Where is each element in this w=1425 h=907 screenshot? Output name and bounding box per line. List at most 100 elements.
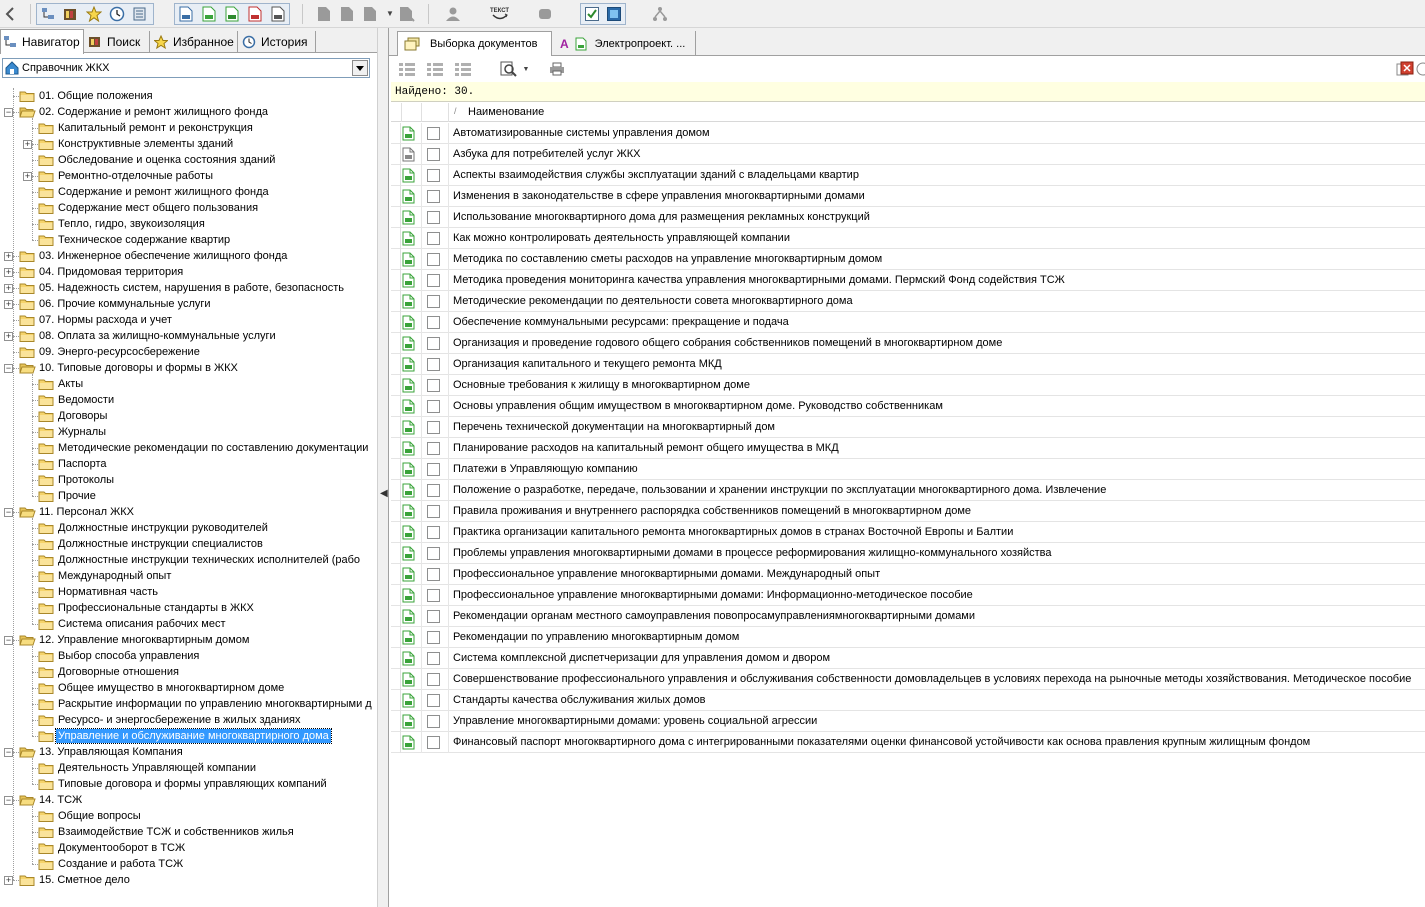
document-row[interactable]: Рекомендации органам местного самоуправл… (391, 606, 1425, 627)
panel-splitter[interactable]: ◀ (377, 28, 389, 907)
tree-item[interactable]: Акты (0, 376, 372, 392)
document-row[interactable]: Перечень технической документации на мно… (391, 417, 1425, 438)
tree-item[interactable]: Общее имущество в многоквартирном доме (0, 680, 372, 696)
tree-icon[interactable] (650, 4, 670, 24)
document-row[interactable]: Азбука для потребителей услуг ЖКХ (391, 144, 1425, 165)
tree-item[interactable]: Документооборот в ТСЖ (0, 840, 372, 856)
document-row[interactable]: Использование многоквартирного дома для … (391, 207, 1425, 228)
document-row[interactable]: Управление многоквартирными домами: уров… (391, 711, 1425, 732)
deselect-all-icon[interactable] (453, 60, 473, 78)
row-checkbox[interactable] (427, 316, 440, 329)
row-checkbox[interactable] (427, 442, 440, 455)
tree-item[interactable]: Система описания рабочих мест (0, 616, 372, 632)
row-checkbox[interactable] (427, 484, 440, 497)
tree-item[interactable]: Ведомости (0, 392, 372, 408)
expand-icon[interactable]: + (4, 252, 13, 261)
document-row[interactable]: Организация и проведение годового общего… (391, 333, 1425, 354)
extra-toolbar-icon[interactable] (1415, 60, 1425, 78)
row-checkbox[interactable] (427, 211, 440, 224)
tree-item[interactable]: +06. Прочие коммунальные услуги (0, 296, 372, 312)
row-checkbox[interactable] (427, 148, 440, 161)
tree-item[interactable]: − 10. Типовые договоры и формы в ЖКХ (0, 360, 372, 376)
list-view-icon[interactable] (397, 60, 417, 78)
row-checkbox[interactable] (427, 673, 440, 686)
tree-item[interactable]: Методические рекомендации по составлению… (0, 440, 372, 456)
document-row[interactable]: Организация капитального и текущего ремо… (391, 354, 1425, 375)
document-row[interactable]: Методика по составлению сметы расходов н… (391, 249, 1425, 270)
navigator-icon[interactable] (38, 4, 58, 24)
tree-item[interactable]: + Конструктивные элементы зданий (0, 136, 372, 152)
tree-item[interactable]: Нормативная часть (0, 584, 372, 600)
tree-item[interactable]: − 11. Персонал ЖКХ (0, 504, 372, 520)
tree-item[interactable]: Создание и работа ТСЖ (0, 856, 372, 872)
expand-icon[interactable]: + (4, 284, 13, 293)
tab-favorites[interactable]: Избранное (152, 31, 238, 53)
tree-item[interactable]: Деятельность Управляющей компании (0, 760, 372, 776)
doc-green-icon[interactable] (199, 4, 219, 24)
row-checkbox[interactable] (427, 379, 440, 392)
tree-item[interactable]: Управление и обслуживание многоквартирно… (0, 728, 372, 744)
user-icon[interactable] (443, 4, 463, 24)
doc-red-icon[interactable] (245, 4, 265, 24)
document-row[interactable]: Изменения в законодательстве в сфере упр… (391, 186, 1425, 207)
doc-blue-icon[interactable] (176, 4, 196, 24)
tab-document-selection[interactable]: Выборка документов (397, 31, 552, 56)
tree-item[interactable]: +04. Придомовая территория (0, 264, 372, 280)
text-icon[interactable]: ТЕКСТ (489, 4, 511, 24)
tree-item[interactable]: Обследование и оценка состояния зданий (0, 152, 372, 168)
document-row[interactable]: Практика организации капитального ремонт… (391, 522, 1425, 543)
tree-item[interactable]: Протоколы (0, 472, 372, 488)
page4-icon[interactable] (397, 4, 417, 24)
check-icon[interactable] (582, 4, 602, 24)
document-row[interactable]: Профессиональное управление многоквартир… (391, 585, 1425, 606)
chevron-down-icon[interactable] (352, 60, 368, 76)
document-row[interactable]: Положение о разработке, передаче, пользо… (391, 480, 1425, 501)
row-checkbox[interactable] (427, 169, 440, 182)
row-checkbox[interactable] (427, 400, 440, 413)
back-icon[interactable] (0, 4, 20, 24)
row-checkbox[interactable] (427, 337, 440, 350)
page-icon[interactable] (314, 4, 334, 24)
page3-icon[interactable] (360, 4, 380, 24)
collapse-arrow-icon[interactable]: ◀ (380, 488, 388, 499)
tree-item[interactable]: +05. Надежность систем, нарушения в рабо… (0, 280, 372, 296)
document-row[interactable]: Основы управления общим имуществом в мно… (391, 396, 1425, 417)
row-checkbox[interactable] (427, 568, 440, 581)
tree-item[interactable]: Профессиональные стандарты в ЖКХ (0, 600, 372, 616)
document-row[interactable]: Обеспечение коммунальными ресурсами: пре… (391, 312, 1425, 333)
document-row[interactable]: Как можно контролировать деятельность уп… (391, 228, 1425, 249)
row-checkbox[interactable] (427, 463, 440, 476)
expand-icon[interactable]: + (4, 300, 13, 309)
page2-icon[interactable] (337, 4, 357, 24)
row-checkbox[interactable] (427, 736, 440, 749)
expand-icon[interactable]: + (4, 876, 13, 885)
tree-item[interactable]: Раскрытие информации по управлению много… (0, 696, 372, 712)
document-row[interactable]: Аспекты взаимодействия службы эксплуатац… (391, 165, 1425, 186)
tree-item[interactable]: +03. Инженерное обеспечение жилищного фо… (0, 248, 372, 264)
expand-icon[interactable]: + (23, 172, 32, 181)
document-row[interactable]: Правила проживания и внутреннего распоря… (391, 501, 1425, 522)
tree-item[interactable]: Содержание и ремонт жилищного фонда (0, 184, 372, 200)
row-checkbox[interactable] (427, 610, 440, 623)
row-checkbox[interactable] (427, 274, 440, 287)
row-checkbox[interactable] (427, 127, 440, 140)
stamp-icon[interactable] (535, 4, 555, 24)
tree-item[interactable]: Журналы (0, 424, 372, 440)
collapse-icon[interactable]: − (4, 748, 13, 757)
row-checkbox[interactable] (427, 253, 440, 266)
row-checkbox[interactable] (427, 526, 440, 539)
document-row[interactable]: Профессиональное управление многоквартир… (391, 564, 1425, 585)
row-checkbox[interactable] (427, 232, 440, 245)
tree-item[interactable]: +15. Сметное дело (0, 872, 372, 888)
doc-gray-icon[interactable] (268, 4, 288, 24)
tab-history[interactable]: История (240, 31, 316, 53)
document-row[interactable]: Рекомендации по управлению многоквартирн… (391, 627, 1425, 648)
tree-item[interactable]: Капитальный ремонт и реконструкция (0, 120, 372, 136)
row-checkbox[interactable] (427, 190, 440, 203)
document-row[interactable]: Проблемы управления многоквартирными дом… (391, 543, 1425, 564)
window-icon[interactable] (604, 4, 624, 24)
document-row[interactable]: Основные требования к жилищу в многоквар… (391, 375, 1425, 396)
tree-item[interactable]: − 14. ТСЖ (0, 792, 372, 808)
tree-item[interactable]: Тепло, гидро, звукоизоляция (0, 216, 372, 232)
row-checkbox[interactable] (427, 694, 440, 707)
